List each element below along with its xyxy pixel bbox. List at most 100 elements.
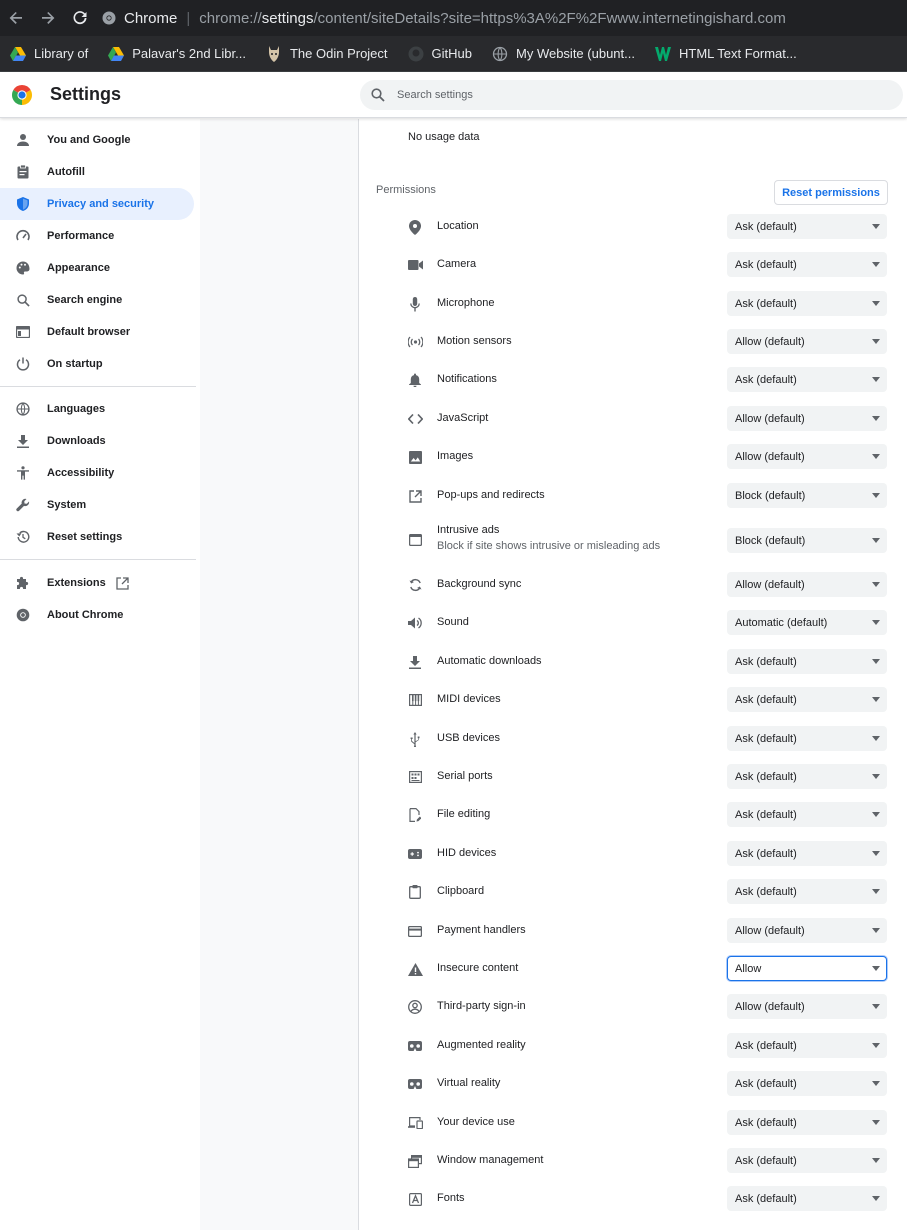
reset-permissions-button[interactable]: Reset permissions: [774, 180, 888, 205]
dropdown-arrow-icon: [872, 416, 880, 421]
motion-sensors-permission-select[interactable]: Allow (default): [727, 329, 887, 354]
sidebar-item-downloads[interactable]: Downloads: [0, 425, 194, 457]
camera-permission-select[interactable]: Ask (default): [727, 252, 887, 277]
bookmark-palavars-2nd-library[interactable]: Palavar's 2nd Libr...: [108, 46, 246, 62]
sidebar-item-reset-settings[interactable]: Reset settings: [0, 521, 194, 553]
permission-row-intrusive-ads: Intrusive ads Block if site shows intrusi…: [359, 520, 907, 558]
bookmarks-bar: Library of Palavar's 2nd Libr... The Odi…: [0, 36, 907, 72]
wrench-icon: [16, 498, 30, 512]
usb-icon: [407, 731, 423, 747]
file-editing-permission-select[interactable]: Ask (default): [727, 802, 887, 827]
serial-ports-permission-select[interactable]: Ask (default): [727, 764, 887, 789]
payment-handlers-permission-select[interactable]: Allow (default): [727, 918, 887, 943]
sidebar-item-about-chrome[interactable]: About Chrome: [0, 599, 194, 631]
dropdown-arrow-icon: [872, 224, 880, 229]
globe-icon: [16, 402, 30, 416]
permission-row-virtual-reality: Virtual reality Ask (default): [359, 1065, 907, 1103]
bookmark-library-of[interactable]: Library of: [10, 46, 88, 62]
dropdown-arrow-icon: [872, 377, 880, 382]
midi-devices-permission-select[interactable]: Ask (default): [727, 687, 887, 712]
window-management-permission-select[interactable]: Ask (default): [727, 1148, 887, 1173]
background-sync-permission-select[interactable]: Allow (default): [727, 572, 887, 597]
usb-devices-permission-select[interactable]: Ask (default): [727, 726, 887, 751]
sync-icon: [407, 577, 423, 593]
javascript-permission-select[interactable]: Allow (default): [727, 406, 887, 431]
third-party-sign-in-permission-select[interactable]: Allow (default): [727, 994, 887, 1019]
permission-select-value: Allow (default): [735, 450, 805, 463]
permission-label: HID devices: [437, 847, 497, 859]
your-device-use-permission-select[interactable]: Ask (default): [727, 1110, 887, 1135]
sidebar-item-system[interactable]: System: [0, 489, 194, 521]
permission-select-value: Ask (default): [735, 1116, 797, 1129]
download-icon: [16, 434, 30, 448]
sidebar-item-label: Default browser: [47, 326, 131, 338]
permission-row-third-party-sign-in: Third-party sign-in Allow (default): [359, 988, 907, 1026]
sidebar-item-privacy-and-security[interactable]: Privacy and security: [0, 188, 194, 220]
credit-card-icon: [407, 923, 423, 939]
hid-devices-permission-select[interactable]: Ask (default): [727, 841, 887, 866]
dropdown-arrow-icon: [872, 966, 880, 971]
file-edit-icon: [407, 807, 423, 823]
puzzle-icon: [16, 576, 30, 590]
back-button[interactable]: [0, 0, 32, 36]
dropdown-arrow-icon: [872, 889, 880, 894]
sidebar-item-performance[interactable]: Performance: [0, 220, 194, 252]
automatic-downloads-permission-select[interactable]: Ask (default): [727, 649, 887, 674]
bookmark-github[interactable]: GitHub: [408, 46, 472, 62]
dropdown-arrow-icon: [872, 774, 880, 779]
sidebar-item-autofill[interactable]: Autofill: [0, 156, 194, 188]
sound-permission-select[interactable]: Automatic (default): [727, 610, 887, 635]
sidebar-item-on-startup[interactable]: On startup: [0, 348, 194, 380]
vr-headset-icon: [407, 1038, 423, 1054]
page-title: Settings: [50, 84, 122, 104]
sidebar-item-appearance[interactable]: Appearance: [0, 252, 194, 284]
search-icon: [371, 88, 385, 102]
forward-button[interactable]: [32, 0, 64, 36]
google-drive-icon: [10, 46, 26, 62]
sidebar-item-default-browser[interactable]: Default browser: [0, 316, 194, 348]
permission-select-value: Block (default): [735, 489, 806, 502]
microphone-permission-select[interactable]: Ask (default): [727, 291, 887, 316]
bookmark-html-text-formatting[interactable]: HTML Text Format...: [654, 46, 797, 62]
fonts-permission-select[interactable]: Ask (default): [727, 1186, 887, 1211]
permission-select-value: Ask (default): [735, 258, 797, 271]
dropdown-arrow-icon: [872, 339, 880, 344]
main-content: No usage data Permissions Reset permissi…: [200, 119, 907, 1230]
permission-row-augmented-reality: Augmented reality Ask (default): [359, 1027, 907, 1065]
dropdown-arrow-icon: [872, 1081, 880, 1086]
reload-button[interactable]: [64, 0, 96, 36]
sidebar-item-extensions[interactable]: Extensions: [0, 567, 194, 599]
address-bar[interactable]: Chrome | chrome://settings/content/siteD…: [102, 4, 786, 32]
images-permission-select[interactable]: Allow (default): [727, 444, 887, 469]
dropdown-arrow-icon: [872, 1120, 880, 1125]
augmented-reality-permission-select[interactable]: Ask (default): [727, 1033, 887, 1058]
bookmark-my-website[interactable]: My Website (ubunt...: [492, 46, 635, 62]
bookmark-odin-project[interactable]: The Odin Project: [266, 45, 388, 62]
permission-row-file-editing: File editing Ask (default): [359, 796, 907, 834]
insecure-content-permission-select[interactable]: Allow: [727, 956, 887, 981]
globe-icon: [492, 46, 508, 62]
pop-ups-and-redirects-permission-select[interactable]: Block (default): [727, 483, 887, 508]
search-settings-box[interactable]: [360, 80, 903, 110]
permission-label: Insecure content: [437, 962, 519, 974]
clipboard-permission-select[interactable]: Ask (default): [727, 879, 887, 904]
permission-row-pop-ups-and-redirects: Pop-ups and redirects Block (default): [359, 477, 907, 515]
permission-row-clipboard: Clipboard Ask (default): [359, 873, 907, 911]
site-details-card: No usage data Permissions Reset permissi…: [358, 119, 907, 1230]
dropdown-arrow-icon: [872, 262, 880, 267]
sidebar-item-you-and-google[interactable]: You and Google: [0, 124, 194, 156]
dropdown-arrow-icon: [872, 697, 880, 702]
sidebar-item-accessibility[interactable]: Accessibility: [0, 457, 194, 489]
speedometer-icon: [16, 229, 30, 243]
sidebar-item-search-engine[interactable]: Search engine: [0, 284, 194, 316]
location-permission-select[interactable]: Ask (default): [727, 214, 887, 239]
virtual-reality-permission-select[interactable]: Ask (default): [727, 1071, 887, 1096]
permission-row-fonts: Fonts Ask (default): [359, 1180, 907, 1218]
notifications-permission-select[interactable]: Ask (default): [727, 367, 887, 392]
permission-row-images: Images Allow (default): [359, 438, 907, 476]
intrusive-ads-permission-select[interactable]: Block (default): [727, 528, 887, 553]
permission-label: Automatic downloads: [437, 655, 542, 667]
sidebar-item-languages[interactable]: Languages: [0, 393, 194, 425]
search-input[interactable]: [397, 89, 877, 101]
dropdown-arrow-icon: [872, 736, 880, 741]
